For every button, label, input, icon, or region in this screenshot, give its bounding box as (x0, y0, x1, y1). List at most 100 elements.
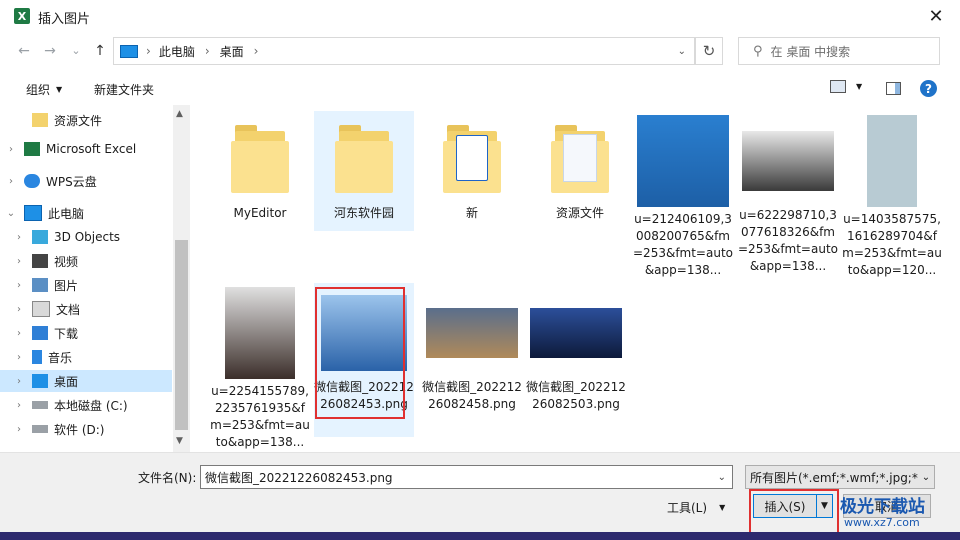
file-name: 微信截图_20221226082503.png (526, 380, 626, 411)
sidebar-item-label: 桌面 (54, 374, 79, 389)
breadcrumb-separator: › (146, 44, 151, 58)
cube-icon (32, 230, 48, 244)
expand-chevron-icon[interactable]: › (12, 304, 26, 315)
view-icon (830, 80, 846, 93)
file-name: 新 (465, 206, 478, 220)
refresh-button[interactable]: ↻ (695, 37, 723, 65)
pc-icon (24, 205, 42, 221)
sidebar-item-8[interactable]: › 下载 (0, 322, 172, 344)
breadcrumb-separator: › (253, 44, 259, 58)
sidebar-item-label: 视频 (54, 254, 79, 269)
search-placeholder: 在 桌面 中搜索 (770, 44, 851, 59)
history-dropdown-button[interactable]: ⌄ (66, 40, 86, 60)
file-item[interactable]: 新 (422, 111, 522, 231)
file-item[interactable]: 微信截图_20221226082453.png (314, 283, 414, 437)
new-folder-button[interactable]: 新建文件夹 (94, 81, 154, 98)
sidebar-item-11[interactable]: › 本地磁盘 (C:) (0, 394, 172, 416)
sidebar-item-5[interactable]: › 视频 (0, 250, 172, 272)
sidebar-item-12[interactable]: › 软件 (D:) (0, 418, 172, 440)
file-item[interactable]: 微信截图_20221226082503.png (526, 283, 626, 437)
file-item[interactable]: 河东软件园 (314, 111, 414, 231)
sidebar-item-7[interactable]: › 文档 (0, 298, 172, 320)
sidebar-item-3[interactable]: ⌄ 此电脑 (0, 202, 172, 224)
sidebar-item-label: 资源文件 (54, 113, 103, 128)
insert-dropdown-button[interactable]: ▼ (817, 494, 833, 518)
video-icon (32, 254, 48, 268)
sidebar-item-6[interactable]: › 图片 (0, 274, 172, 296)
breadcrumb-this-pc[interactable]: 此电脑 (159, 43, 195, 60)
search-input[interactable]: ⚲ 在 桌面 中搜索 (738, 37, 940, 65)
file-item[interactable]: u=212406109,3008200765&fm=253&fmt=auto&a… (633, 111, 733, 277)
view-options-button[interactable]: ▼ (830, 80, 862, 93)
dialog-title: 插入图片 (38, 12, 91, 27)
expand-chevron-icon[interactable]: › (12, 424, 26, 435)
sidebar-item-2[interactable]: › WPS云盘 (0, 170, 172, 192)
sidebar-item-0[interactable]: 资源文件 (0, 109, 172, 131)
sidebar-item-label: 音乐 (48, 350, 73, 365)
night-city-photo-thumbnail (530, 308, 622, 358)
filename-field[interactable]: 微信截图_20221226082453.png ⌄ (200, 465, 733, 489)
dialog-footer (0, 452, 960, 532)
file-item[interactable]: MyEditor (210, 111, 310, 231)
file-name: 微信截图_20221226082458.png (422, 380, 522, 411)
cloud-icon (24, 174, 40, 188)
file-name: u=212406109,3008200765&fm=253&fmt=auto&a… (633, 212, 733, 277)
preview-pane-icon[interactable] (886, 82, 901, 95)
expand-chevron-icon[interactable]: › (12, 256, 26, 267)
breadcrumb-desktop[interactable]: 桌面 (220, 43, 244, 60)
file-item[interactable]: u=622298710,3077618326&fm=253&fmt=auto&a… (738, 111, 838, 273)
insert-button[interactable]: 插入(S) (753, 494, 817, 518)
expand-chevron-icon[interactable]: › (12, 280, 26, 291)
navigation-pane: 资源文件 › Microsoft Excel › WPS云盘 ⌄ 此电脑 › 3D Object… (0, 105, 190, 452)
file-name: u=1403587575,1616289704&fm=253&fmt=auto&… (842, 212, 942, 277)
file-item[interactable]: 资源文件 (530, 111, 630, 231)
close-button[interactable]: ✕ (918, 4, 954, 28)
address-dropdown-icon[interactable]: ⌄ (678, 46, 686, 57)
sidebar-item-label: 3D Objects (54, 230, 121, 244)
expand-chevron-icon[interactable]: › (12, 328, 26, 339)
expand-chevron-icon[interactable]: › (12, 352, 26, 363)
pc-icon (120, 44, 138, 58)
sidebar-item-label: 图片 (54, 278, 79, 293)
back-button[interactable]: ← (14, 41, 34, 61)
scroll-down-arrow[interactable]: ▼ (176, 436, 183, 446)
up-button[interactable]: ↑ (90, 41, 110, 61)
organize-menu[interactable]: 组织 ▼ (26, 81, 62, 98)
sidebar-item-9[interactable]: › 音乐 (0, 346, 172, 368)
watermark-url: www.xz7.com (844, 516, 920, 529)
file-item[interactable]: u=2254155789,2235761935&fm=253&fmt=auto&… (210, 283, 310, 449)
expand-chevron-icon[interactable]: › (4, 176, 18, 187)
folder-icon (329, 115, 399, 201)
search-icon: ⚲ (753, 43, 763, 59)
document-icon (32, 301, 50, 317)
folder-icon (545, 115, 615, 201)
file-item[interactable]: 微信截图_20221226082458.png (422, 283, 522, 437)
expand-chevron-icon[interactable]: › (12, 232, 26, 243)
sidebar-item-label: 下载 (54, 326, 79, 341)
sidebar-item-label: 软件 (D:) (54, 422, 105, 437)
scroll-up-arrow[interactable]: ▲ (176, 109, 183, 119)
drive-icon (32, 425, 48, 433)
sidebar-scroll-thumb[interactable] (175, 240, 188, 430)
sidebar-item-label: 文档 (56, 302, 81, 317)
tools-menu[interactable]: 工具(L) ▼ (667, 499, 725, 516)
filetype-select[interactable]: 所有图片(*.emf;*.wmf;*.jpg;*.jp ⌄ (745, 465, 935, 489)
forward-button[interactable]: → (40, 41, 60, 61)
chevron-down-icon: ⌄ (918, 466, 934, 488)
music-icon (32, 350, 42, 364)
file-item[interactable]: u=1403587575,1616289704&fm=253&fmt=auto&… (842, 111, 942, 277)
girl-photo-thumbnail (225, 287, 295, 379)
sidebar-item-1[interactable]: › Microsoft Excel (0, 138, 172, 160)
sidebar-item-4[interactable]: › 3D Objects (0, 226, 172, 248)
sidebar-item-label: WPS云盘 (46, 174, 97, 189)
expand-chevron-icon[interactable]: › (4, 144, 18, 155)
expand-chevron-icon[interactable]: › (12, 376, 26, 387)
help-icon[interactable]: ? (920, 80, 937, 97)
expand-chevron-icon[interactable]: › (12, 400, 26, 411)
expand-chevron-icon[interactable]: ⌄ (4, 208, 18, 219)
organize-label: 组织 (26, 83, 51, 97)
folder-icon (32, 113, 48, 127)
title-bar: X 插入图片 ✕ (0, 0, 960, 32)
address-bar[interactable]: › 此电脑 › 桌面 › ⌄ (113, 37, 695, 65)
sidebar-item-10[interactable]: › 桌面 (0, 370, 172, 392)
